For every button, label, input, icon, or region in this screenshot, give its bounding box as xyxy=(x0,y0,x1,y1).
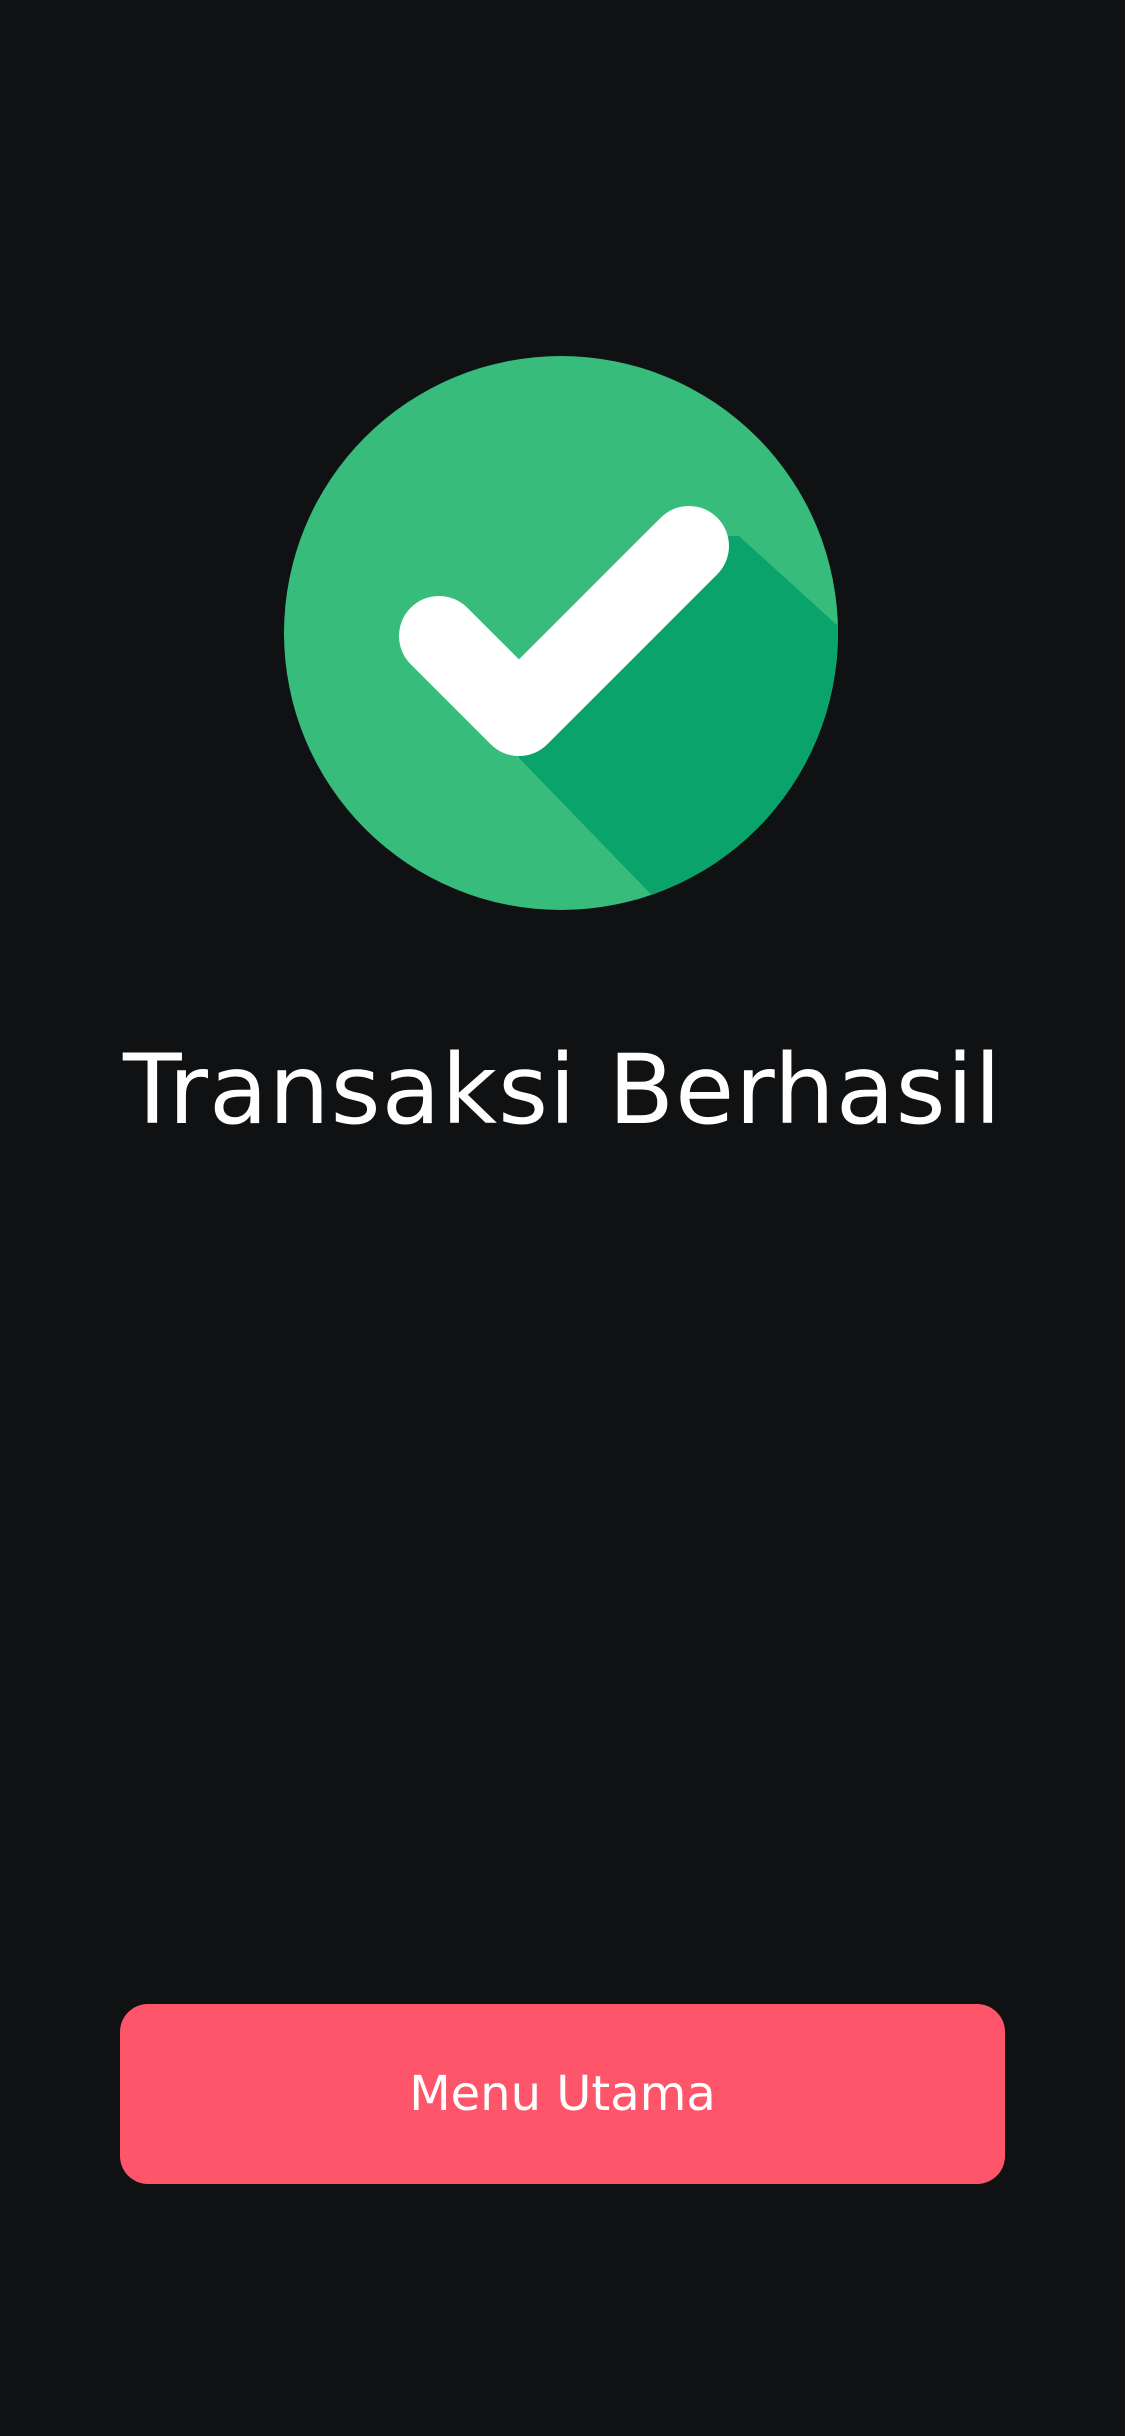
main-menu-button[interactable]: Menu Utama xyxy=(120,2004,1005,2184)
success-title: Transaksi Berhasil xyxy=(122,1034,1003,1146)
check-circle-icon xyxy=(284,356,838,910)
